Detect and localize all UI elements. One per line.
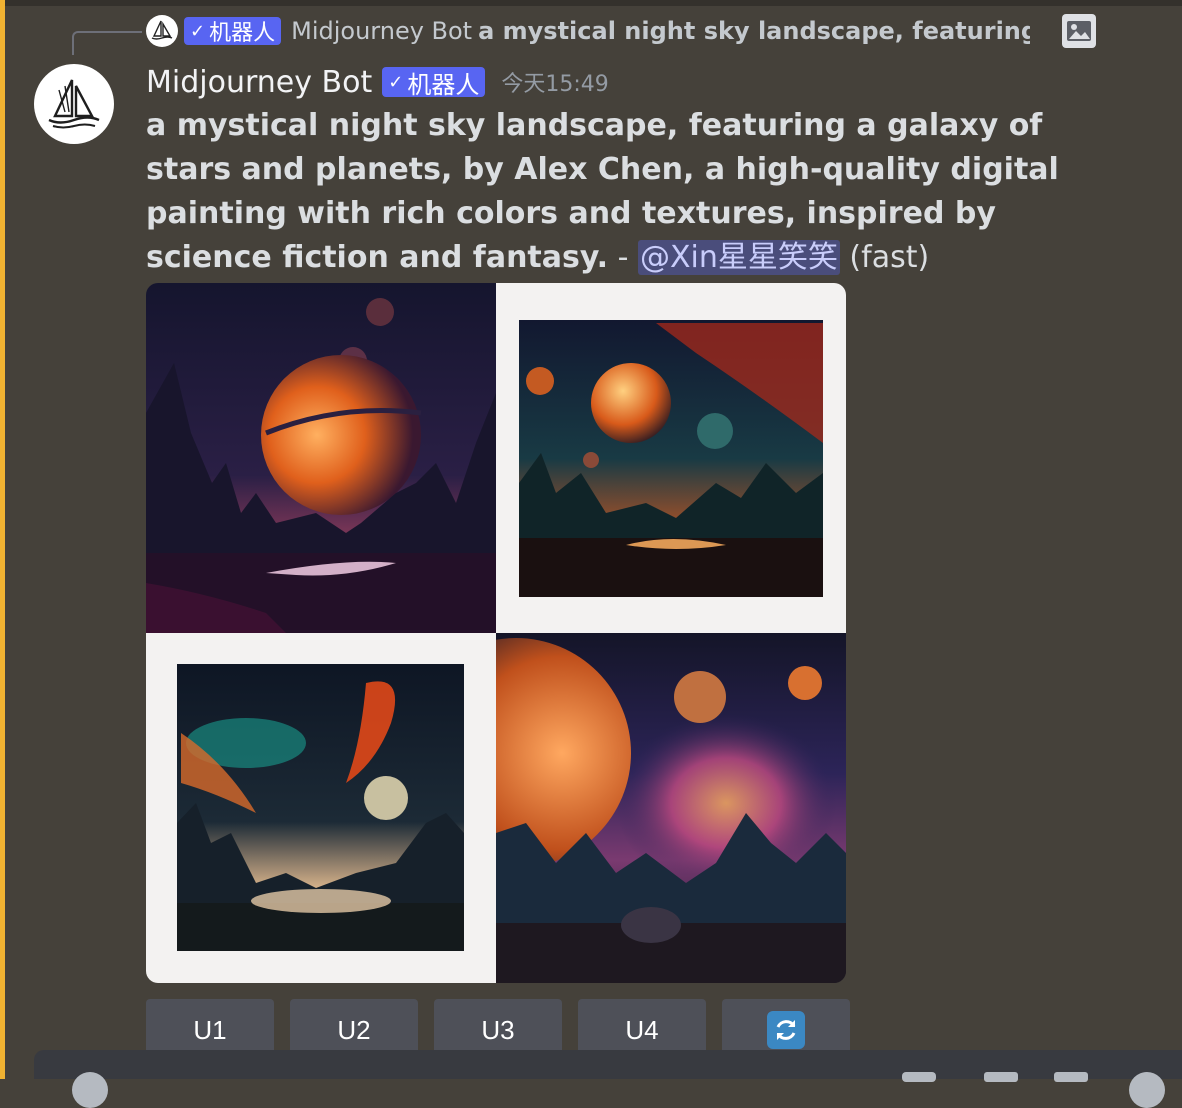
timestamp[interactable]: 今天15:49 bbox=[501, 66, 608, 98]
gift-icon[interactable] bbox=[902, 1072, 936, 1082]
image-grid[interactable] bbox=[146, 283, 846, 983]
image-tile-3[interactable] bbox=[146, 633, 496, 983]
check-icon: ✓ bbox=[388, 71, 404, 93]
prompt-dash: - bbox=[608, 240, 638, 275]
sticker-icon[interactable] bbox=[1054, 1072, 1088, 1082]
reply-avatar[interactable] bbox=[146, 15, 178, 47]
reply-spine bbox=[72, 31, 142, 55]
sailboat-icon bbox=[151, 20, 173, 40]
emoji-icon[interactable] bbox=[1129, 1072, 1165, 1108]
message-content: a mystical night sky landscape, featurin… bbox=[146, 104, 1096, 280]
bot-badge-label: 机器人 bbox=[407, 70, 480, 99]
reply-author[interactable]: Midjourney Bot bbox=[291, 17, 472, 45]
image-tile-4[interactable] bbox=[496, 633, 846, 983]
image-tile-1[interactable] bbox=[146, 283, 496, 633]
check-icon: ✓ bbox=[190, 20, 206, 42]
add-attachment-icon[interactable] bbox=[72, 1072, 108, 1108]
mention-highlight-bar bbox=[0, 0, 5, 1079]
username[interactable]: Midjourney Bot bbox=[146, 65, 372, 100]
bot-badge: ✓ 机器人 bbox=[184, 17, 282, 46]
top-strip bbox=[0, 0, 1182, 6]
bot-badge-label: 机器人 bbox=[209, 21, 276, 46]
bot-badge: ✓ 机器人 bbox=[382, 67, 486, 99]
sailboat-icon bbox=[48, 79, 100, 129]
user-mention[interactable]: @Xin星星笑笑 bbox=[637, 240, 840, 275]
reply-snippet[interactable]: a mystical night sky landscape, featurin… bbox=[478, 17, 1030, 45]
reroll-icon bbox=[767, 1011, 805, 1049]
avatar[interactable] bbox=[34, 64, 114, 144]
image-tile-2[interactable] bbox=[496, 283, 846, 633]
reply-preview[interactable]: ✓ 机器人 Midjourney Bot a mystical night sk… bbox=[146, 14, 1030, 48]
message-header: Midjourney Bot ✓ 机器人 今天15:49 bbox=[146, 60, 609, 104]
gif-icon[interactable] bbox=[984, 1072, 1018, 1082]
message-composer[interactable] bbox=[34, 1050, 1182, 1108]
image-icon bbox=[1062, 14, 1096, 48]
speed-mode: (fast) bbox=[839, 240, 930, 275]
